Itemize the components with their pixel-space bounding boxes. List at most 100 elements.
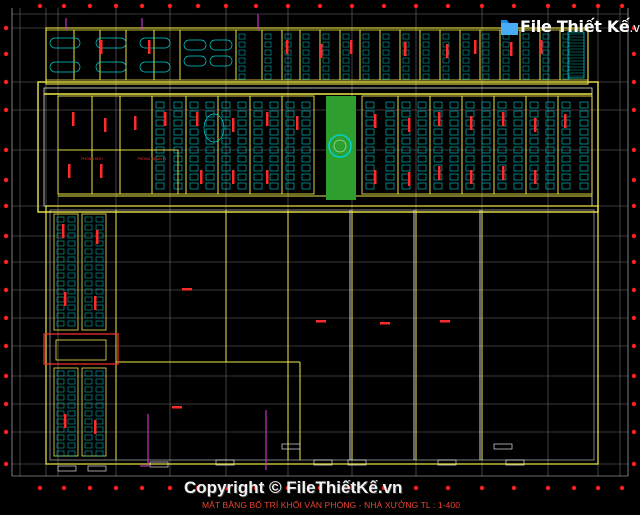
axis-bubble	[631, 233, 637, 239]
axis-bubble	[3, 25, 9, 31]
marker	[266, 112, 269, 126]
axis-bubble	[631, 203, 637, 209]
marker	[96, 230, 99, 244]
folder-icon	[501, 20, 518, 35]
axis-bubble	[631, 315, 637, 321]
marker	[374, 114, 377, 128]
axis-bubble	[631, 259, 637, 265]
marker	[404, 42, 407, 56]
axis-bubble	[619, 3, 625, 9]
drawing-title: MẶT BẰNG BỐ TRÍ KHỐI VĂN PHÒNG - NHÀ XƯỞ…	[202, 500, 461, 510]
axis-bubble	[631, 107, 637, 113]
marker	[510, 42, 513, 56]
axis-bubble	[3, 461, 9, 467]
axis-bubble	[445, 485, 451, 491]
logo-tld: .vn	[629, 21, 640, 35]
axis-bubble	[113, 485, 119, 491]
axis-bubble	[631, 461, 637, 467]
atrium	[326, 96, 356, 200]
axis-bubble	[445, 3, 451, 9]
marker	[438, 166, 441, 180]
room-label: PHÒNG QUẢN LÝ	[137, 156, 167, 161]
marker	[470, 116, 473, 130]
marker	[320, 44, 323, 58]
axis-bubble	[223, 3, 229, 9]
axis-bubble	[511, 3, 517, 9]
axis-bubble	[87, 3, 93, 9]
axis-bubble	[3, 79, 9, 85]
axis-bubble	[3, 373, 9, 379]
marker	[148, 40, 151, 54]
marker	[438, 112, 441, 126]
marker	[440, 320, 450, 323]
axis-bubble	[413, 3, 419, 9]
marker	[196, 112, 199, 126]
marker	[470, 170, 473, 184]
axis-bubble	[167, 485, 173, 491]
axis-bubble	[87, 485, 93, 491]
axis-bubble	[631, 147, 637, 153]
axis-bubble	[3, 177, 9, 183]
axis-bubble	[479, 485, 485, 491]
marker	[104, 118, 107, 132]
axis-bubble	[3, 233, 9, 239]
axis-bubble	[3, 429, 9, 435]
axis-bubble	[631, 51, 637, 57]
marker	[316, 320, 326, 323]
marker	[474, 40, 477, 54]
axis-bubble	[113, 3, 119, 9]
site-logo[interactable]: File Thiết Kế.vn	[498, 14, 640, 44]
marker	[64, 414, 67, 428]
logo-brand: File Thiết Kế.vn	[520, 17, 640, 36]
room-label: PHÒNG KHO	[81, 156, 103, 161]
axis-bubble	[37, 3, 43, 9]
marker	[266, 170, 269, 184]
copyright-watermark: Copyright © FileThiếtKế.vn	[184, 478, 403, 497]
marker	[182, 288, 192, 291]
marker	[408, 172, 411, 186]
axis-bubble	[3, 259, 9, 265]
axis-bubble	[139, 3, 145, 9]
marker	[68, 164, 71, 178]
marker	[502, 112, 505, 126]
axis-bubble	[139, 485, 145, 491]
axis-bubble	[631, 373, 637, 379]
axis-bubble	[631, 177, 637, 183]
axis-bubble	[3, 287, 9, 293]
marker	[200, 170, 203, 184]
axis-bubble	[61, 3, 67, 9]
axis-bubble	[3, 343, 9, 349]
marker	[232, 118, 235, 132]
axis-bubble	[253, 3, 259, 9]
axis-bubble	[545, 3, 551, 9]
axis-bubble	[285, 3, 291, 9]
marker	[374, 170, 377, 184]
floor-plan-drawing: PHÒNG KHO PHÒNG QUẢN LÝ	[0, 0, 640, 515]
axis-bubble	[413, 485, 419, 491]
axis-bubble	[595, 485, 601, 491]
marker	[564, 114, 567, 128]
marker	[446, 44, 449, 58]
axis-bubble	[61, 485, 67, 491]
marker	[408, 118, 411, 132]
axis-bubble	[381, 3, 387, 9]
axis-bubble	[631, 343, 637, 349]
marker	[172, 406, 182, 409]
axis-bubble	[631, 79, 637, 85]
axis-bubble	[317, 3, 323, 9]
marker	[534, 170, 537, 184]
axis-bubble	[619, 485, 625, 491]
marker	[64, 292, 67, 306]
axis-bubble	[545, 485, 551, 491]
axis-bubble	[571, 485, 577, 491]
marker	[100, 164, 103, 178]
marker	[164, 112, 167, 126]
axis-bubble	[479, 3, 485, 9]
axis-bubble	[195, 3, 201, 9]
axis-bubble	[3, 147, 9, 153]
marker	[534, 118, 537, 132]
axis-bubble	[37, 485, 43, 491]
marker	[502, 166, 505, 180]
marker	[286, 40, 289, 54]
marker	[134, 116, 137, 130]
